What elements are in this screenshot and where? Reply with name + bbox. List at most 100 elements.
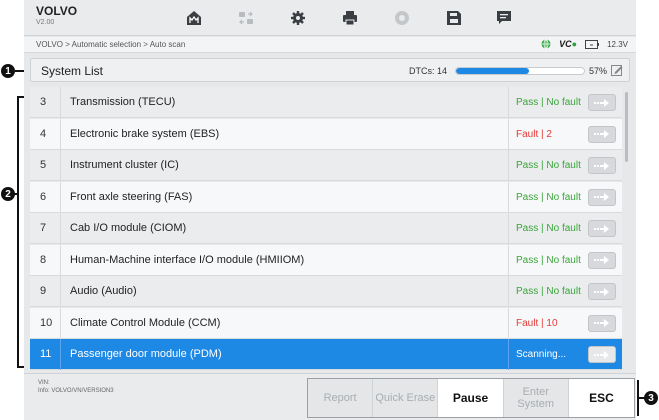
enter-system-button[interactable] (588, 346, 616, 363)
gear-icon (291, 11, 305, 25)
system-row[interactable]: 7 Cab I/O module (CIOM) Pass | No fault (30, 213, 622, 244)
arrow-right-icon (594, 224, 609, 233)
vehicle-swap-icon (239, 11, 253, 25)
enter-system-button[interactable] (588, 157, 616, 174)
help-button[interactable] (384, 6, 420, 30)
breadcrumb: VOLVO > Automatic selection > Auto scan (36, 40, 186, 49)
enter-system-button[interactable] (588, 314, 616, 332)
system-row[interactable]: 10 Climate Control Module (CCM) Fault | 10 (30, 307, 622, 339)
column-divider (508, 276, 509, 307)
system-row[interactable]: 11 Passenger door module (PDM) Scanning... (30, 339, 622, 370)
enter-system-button[interactable] (588, 220, 616, 237)
svg-text:=: = (590, 43, 594, 49)
system-row[interactable]: 3 Transmission (TECU) Pass | No fault (30, 87, 622, 118)
callout-bracket-2 (17, 96, 19, 368)
system-number: 4 (40, 127, 47, 140)
vci-label: VC (559, 39, 572, 49)
list-scrollbar[interactable] (625, 92, 628, 162)
system-status: Scanning... (516, 349, 567, 360)
network-globe-icon (541, 39, 551, 49)
system-number: 11 (40, 348, 52, 360)
system-name: Cab I/O module (CIOM) (70, 222, 187, 234)
arrow-right-icon (594, 130, 609, 138)
edit-icon[interactable] (611, 64, 623, 76)
system-status: Pass | No fault (516, 191, 581, 203)
system-name: Electronic brake system (EBS) (70, 127, 220, 140)
enter-system-button[interactable]: Enter System (503, 379, 569, 417)
dtc-count: DTCs: 14 (409, 66, 448, 76)
data-log-icon (497, 11, 511, 24)
callout-marker-2: 2 (1, 187, 15, 201)
battery-icon: = (585, 39, 600, 49)
arrow-right-icon (594, 98, 609, 107)
vehicle-swap-button[interactable] (228, 6, 264, 30)
pause-button[interactable]: Pause (438, 379, 504, 417)
scan-progress-fill (456, 68, 529, 74)
column-divider (508, 150, 509, 181)
callout-line-2 (14, 193, 18, 195)
app-version: V2.00 (36, 19, 55, 26)
print-button[interactable] (332, 6, 368, 30)
system-number: 10 (40, 316, 53, 329)
callout-marker-3: 3 (644, 391, 658, 405)
esc-button[interactable]: ESC (568, 379, 634, 417)
home-icon (187, 11, 201, 25)
column-divider (60, 276, 61, 307)
breadcrumb-bar: VOLVO > Automatic selection > Auto scan … (24, 37, 636, 53)
data-log-button[interactable] (486, 6, 522, 30)
column-divider (508, 213, 509, 244)
system-name: Human-Machine interface I/O module (HMII… (70, 253, 305, 266)
vci-connected-icon: ● (571, 39, 578, 49)
system-number: 3 (40, 96, 47, 108)
system-status: Pass | No fault (516, 254, 581, 266)
system-status: Fault | 10 (516, 317, 558, 329)
system-row[interactable]: 4 Electronic brake system (EBS) Fault | 2 (30, 118, 622, 150)
function-button-group: Report Quick Erase Pause Enter System ESC (307, 378, 635, 418)
system-status: Pass | No fault (516, 286, 581, 297)
system-row[interactable]: 8 Human-Machine interface I/O module (HMI… (30, 244, 622, 276)
vehicle-info: VIN: Info: VOLVO/VN/VERSION3 (38, 379, 114, 395)
enter-system-button[interactable] (588, 94, 616, 111)
column-divider (508, 244, 509, 276)
vci-connection-status: VC● (559, 39, 577, 49)
settings-button[interactable] (280, 6, 316, 30)
enter-system-button[interactable] (588, 283, 616, 300)
system-row[interactable]: 9 Audio (Audio) Pass | No fault (30, 276, 622, 307)
help-icon (395, 11, 409, 25)
system-list: 3 Transmission (TECU) Pass | No fault 4 Elec… (30, 87, 622, 371)
system-list-title: System List (41, 64, 104, 78)
diagnostic-screen: VOLVO V2.00 VOLVO > Automatic selection … (24, 0, 636, 420)
system-name: Transmission (TECU) (70, 96, 176, 108)
system-number: 5 (40, 159, 47, 171)
system-name: Passenger door module (PDM) (70, 348, 222, 360)
system-row[interactable]: 5 Instrument cluster (IC) Pass | No fault (30, 150, 622, 181)
system-row[interactable]: 6 Front axle steering (FAS) Pass | No faul… (30, 181, 622, 213)
column-divider (60, 213, 61, 244)
system-status: Pass | No fault (516, 223, 581, 234)
quick-erase-button[interactable]: Quick Erase (373, 379, 439, 417)
save-icon (447, 11, 461, 25)
system-name: Climate Control Module (CCM) (70, 316, 221, 329)
brand: VOLVO V2.00 (36, 5, 77, 27)
column-divider (60, 150, 61, 181)
arrow-right-icon (594, 287, 609, 296)
report-button[interactable]: Report (308, 379, 374, 417)
arrow-right-icon (594, 256, 609, 264)
arrow-right-icon (594, 161, 609, 170)
brand-name: VOLVO (36, 4, 78, 18)
arrow-right-icon (594, 319, 609, 327)
system-status: Pass | No fault (516, 160, 581, 171)
vehicle-info-text: Info: VOLVO/VN/VERSION3 (38, 388, 114, 394)
enter-system-button[interactable] (588, 188, 616, 206)
system-number: 7 (40, 222, 47, 234)
enter-system-button[interactable] (588, 251, 616, 269)
home-button[interactable] (176, 6, 212, 30)
enter-system-button[interactable] (588, 125, 616, 143)
system-name: Audio (Audio) (70, 285, 137, 297)
scan-progress-percent: 57% (589, 66, 608, 76)
scan-progress-bar (455, 67, 585, 75)
column-divider (60, 118, 61, 150)
vin-label: VIN: (38, 380, 50, 386)
column-divider (60, 307, 61, 339)
save-button[interactable] (436, 6, 472, 30)
